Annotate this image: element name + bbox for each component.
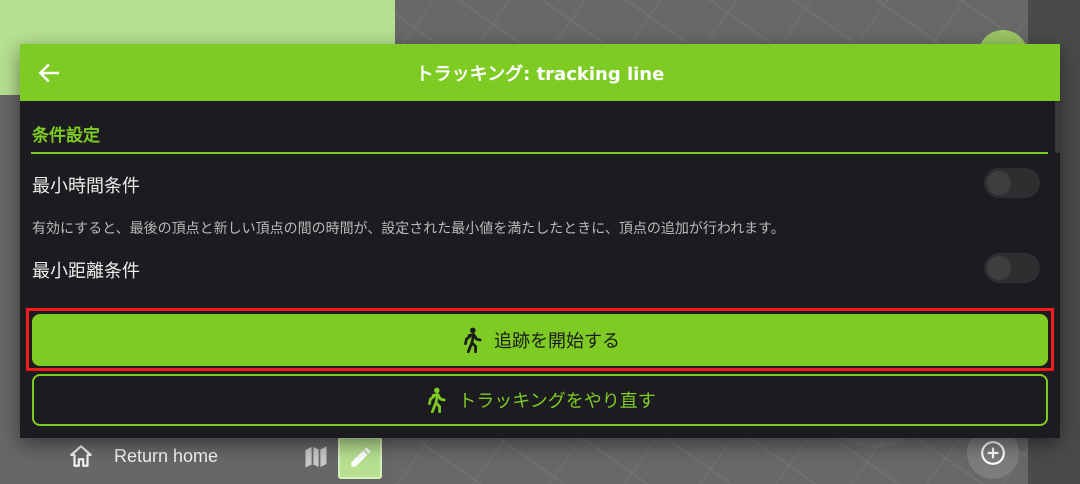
toggle-knob — [987, 256, 1011, 280]
min-distance-condition-toggle[interactable] — [984, 253, 1040, 283]
return-home-label[interactable]: Return home — [114, 446, 218, 467]
min-time-condition-toggle[interactable] — [984, 168, 1040, 198]
toggle-knob — [987, 171, 1011, 195]
dialog-title: トラッキング: tracking line — [415, 63, 665, 85]
tracking-dialog: トラッキング: tracking line 条件設定 最小時間条件 有効にすると… — [20, 44, 1060, 438]
section-divider — [31, 152, 1048, 154]
dialog-header: トラッキング: tracking line — [20, 44, 1060, 101]
walk-icon — [428, 387, 446, 413]
dialog-scrollbar[interactable] — [1055, 101, 1060, 153]
arrow-left-icon[interactable] — [36, 60, 62, 86]
min-distance-condition-label: 最小距離条件 — [32, 261, 140, 282]
reset-tracking-label: トラッキングをやり直す — [458, 391, 656, 412]
map-icon[interactable] — [302, 443, 330, 471]
pencil-icon — [351, 447, 371, 467]
min-time-condition-label: 最小時間条件 — [32, 176, 140, 197]
reset-tracking-button[interactable]: トラッキングをやり直す — [32, 374, 1048, 426]
walk-icon — [464, 327, 482, 353]
edit-button[interactable] — [338, 437, 382, 479]
plus-circle-icon — [981, 441, 1005, 465]
section-title-conditions: 条件設定 — [32, 126, 100, 146]
start-tracking-button[interactable]: 追跡を開始する — [32, 314, 1048, 366]
min-time-condition-description: 有効にすると、最後の頂点と新しい頂点の間の時間が、設定された最小値を満たしたとき… — [32, 221, 785, 237]
start-tracking-label: 追跡を開始する — [494, 331, 620, 352]
home-icon[interactable] — [68, 443, 94, 469]
